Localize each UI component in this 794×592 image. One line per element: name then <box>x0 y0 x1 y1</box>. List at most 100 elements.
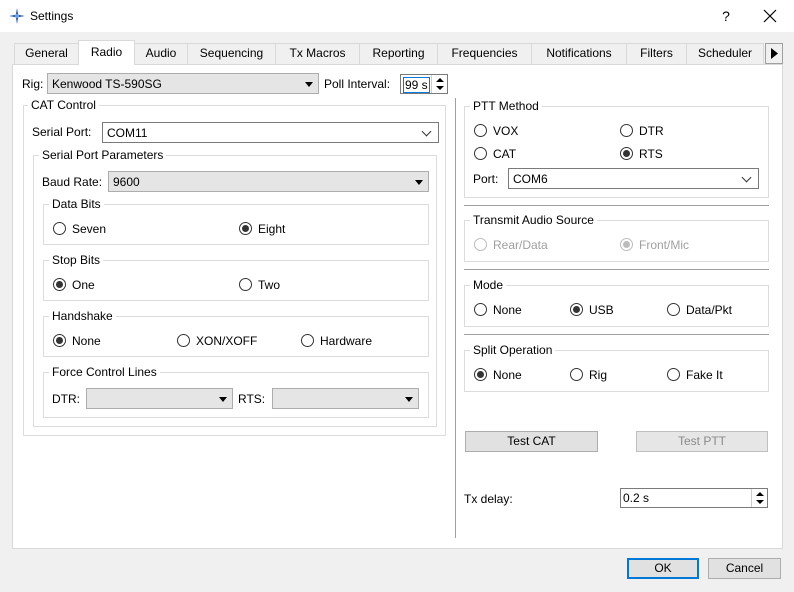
tab-filters[interactable]: Filters <box>626 43 687 64</box>
data-bits-seven-label: Seven <box>72 222 107 236</box>
rts-label: RTS: <box>238 392 266 406</box>
help-button[interactable]: ? <box>712 4 740 28</box>
dropdown-arrow-icon <box>415 180 423 185</box>
tab-notifications[interactable]: Notifications <box>531 43 627 64</box>
audio-front-mic-label: Front/Mic <box>639 238 690 252</box>
split-operation-title: Split Operation <box>470 343 556 357</box>
ok-button[interactable]: OK <box>627 558 699 579</box>
poll-interval-spinbox[interactable]: 99 s <box>400 74 448 94</box>
radio-checked-icon <box>239 222 252 235</box>
tab-audio[interactable]: Audio <box>134 43 188 64</box>
baud-rate-label: Baud Rate: <box>42 175 103 189</box>
radio-checked-icon <box>570 303 583 316</box>
baud-rate-select[interactable]: 9600 <box>108 171 429 192</box>
radio-icon <box>667 303 680 316</box>
tx-delay-value: 0.2 s <box>623 491 650 505</box>
ptt-port-value: COM6 <box>513 172 548 186</box>
cancel-button[interactable]: Cancel <box>708 558 781 579</box>
data-bits-eight-label: Eight <box>258 222 286 236</box>
force-control-lines-title: Force Control Lines <box>49 365 160 379</box>
window-title: Settings <box>30 9 74 23</box>
radio-checked-icon <box>620 238 633 251</box>
tab-reporting[interactable]: Reporting <box>359 43 438 64</box>
handshake-hardware-label: Hardware <box>320 334 373 348</box>
handshake-title: Handshake <box>49 309 116 323</box>
arrow-right-icon <box>771 48 778 59</box>
data-bits-title: Data Bits <box>49 197 104 211</box>
radio-icon <box>620 124 633 137</box>
serial-port-select[interactable]: COM11 <box>102 122 439 143</box>
transmit-audio-source-title: Transmit Audio Source <box>470 213 597 227</box>
rts-select[interactable] <box>272 388 419 409</box>
horizontal-separator <box>464 205 769 206</box>
split-rig-label: Rig <box>589 368 608 382</box>
tab-general[interactable]: General <box>14 43 79 64</box>
tab-sequencing[interactable]: Sequencing <box>187 43 276 64</box>
test-cat-button[interactable]: Test CAT <box>465 431 598 452</box>
tab-scroll-right-button[interactable] <box>765 43 783 64</box>
app-icon <box>9 8 25 24</box>
spin-up-icon <box>756 492 764 496</box>
rig-value: Kenwood TS-590SG <box>52 77 162 91</box>
serial-port-value: COM11 <box>107 126 148 140</box>
radio-icon <box>239 278 252 291</box>
test-ptt-button[interactable]: Test PTT <box>636 431 768 452</box>
dropdown-arrow-icon <box>405 397 413 402</box>
radio-icon <box>474 147 487 160</box>
title-bar <box>0 0 794 32</box>
close-button[interactable] <box>756 4 784 28</box>
horizontal-separator <box>464 334 769 335</box>
spin-buttons[interactable] <box>751 489 767 507</box>
chevron-down-icon <box>741 172 752 183</box>
mode-none-label: None <box>493 303 522 317</box>
ptt-vox-label: VOX <box>493 124 519 138</box>
radio-icon <box>301 334 314 347</box>
dtr-label: DTR: <box>52 392 80 406</box>
cat-control-title: CAT Control <box>28 98 99 112</box>
radio-icon <box>474 124 487 137</box>
tab-tx-macros[interactable]: Tx Macros <box>275 43 360 64</box>
vertical-separator <box>455 98 456 538</box>
spin-down-icon <box>436 86 444 90</box>
ptt-port-label: Port: <box>473 172 499 186</box>
ptt-port-select[interactable]: COM6 <box>508 168 759 189</box>
close-icon <box>763 9 777 23</box>
radio-icon <box>177 334 190 347</box>
ptt-rts-label: RTS <box>639 147 663 161</box>
audio-rear-data-label: Rear/Data <box>493 238 548 252</box>
serial-port-label: Serial Port: <box>32 125 92 139</box>
radio-checked-icon <box>620 147 633 160</box>
chevron-down-icon <box>421 126 432 137</box>
tab-frequencies[interactable]: Frequencies <box>437 43 532 64</box>
radio-icon <box>474 238 487 251</box>
rig-select[interactable]: Kenwood TS-590SG <box>47 73 319 94</box>
ptt-dtr-label: DTR <box>639 124 664 138</box>
stop-bits-two-label: Two <box>258 278 281 292</box>
tab-scheduler[interactable]: Scheduler <box>686 43 764 64</box>
radio-checked-icon <box>53 334 66 347</box>
radio-checked-icon <box>474 368 487 381</box>
radio-icon <box>474 303 487 316</box>
ptt-cat-label: CAT <box>493 147 517 161</box>
spin-down-icon <box>756 500 764 504</box>
poll-interval-label: Poll Interval: <box>324 77 391 91</box>
poll-interval-value: 99 s <box>403 77 430 93</box>
handshake-xon-xoff-label: XON/XOFF <box>196 334 258 348</box>
dtr-select[interactable] <box>86 388 233 409</box>
spin-up-icon <box>436 78 444 82</box>
tx-delay-label: Tx delay: <box>464 492 513 506</box>
serial-port-parameters-title: Serial Port Parameters <box>39 148 167 162</box>
handshake-none-label: None <box>72 334 101 348</box>
radio-icon <box>667 368 680 381</box>
split-none-label: None <box>493 368 522 382</box>
tab-radio[interactable]: Radio <box>78 40 135 65</box>
tx-delay-spinbox[interactable]: 0.2 s <box>620 488 768 508</box>
stop-bits-title: Stop Bits <box>49 253 104 267</box>
baud-rate-value: 9600 <box>113 175 140 189</box>
dropdown-arrow-icon <box>219 397 227 402</box>
dropdown-arrow-icon <box>305 82 313 87</box>
spin-buttons[interactable] <box>431 75 447 93</box>
ptt-method-title: PTT Method <box>470 99 542 113</box>
mode-usb-label: USB <box>589 303 614 317</box>
horizontal-separator <box>464 269 769 270</box>
